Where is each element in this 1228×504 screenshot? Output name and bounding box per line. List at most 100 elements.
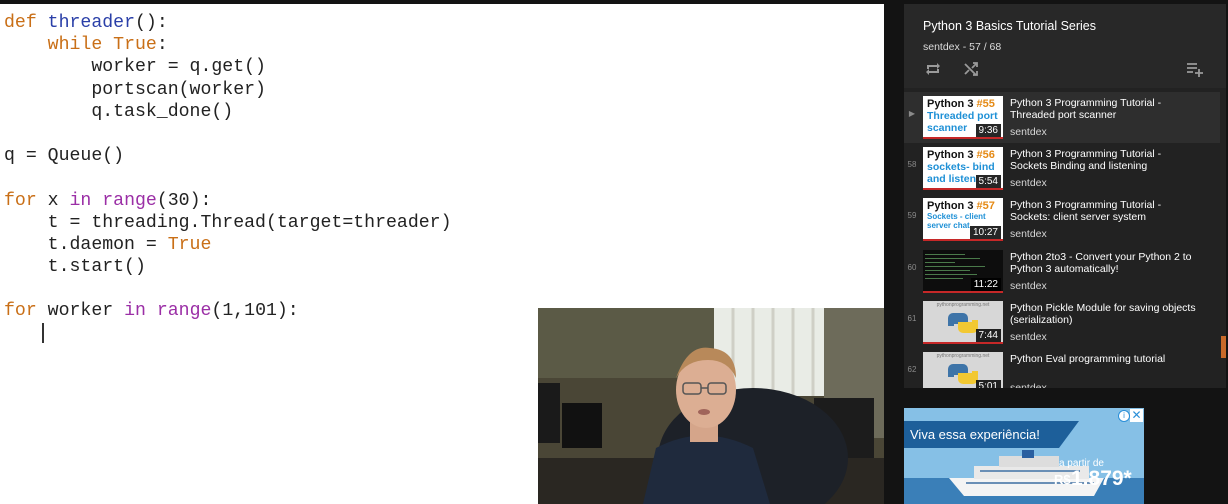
code-line: portscan(worker) (4, 79, 452, 101)
video-channel[interactable]: sentdex (1010, 280, 1047, 292)
playlist-item-index: 58 (907, 160, 917, 170)
video-thumbnail[interactable]: pythonprogramming.net 7:44 (923, 300, 1003, 344)
video-duration: 9:36 (975, 124, 1001, 137)
shuffle-icon[interactable] (962, 60, 980, 78)
playlist-title[interactable]: Python 3 Basics Tutorial Series (923, 19, 1096, 33)
code-line: t = threading.Thread(target=threader) (4, 212, 452, 234)
code-token: range (102, 190, 157, 211)
code-line: def threader(): (4, 12, 452, 34)
video-title[interactable]: Python Pickle Module for saving objects … (1010, 302, 1200, 326)
code-token: q.task_done() (4, 101, 234, 122)
thumbnail-series-label: Python 3 (927, 149, 977, 162)
playlist-item-index: 61 (907, 313, 917, 323)
playlist-item[interactable]: 61 pythonprogramming.net 7:44 Python Pickle… (904, 297, 1220, 348)
ad-price: 1.879* (1071, 467, 1132, 490)
video-channel[interactable]: sentdex (1010, 382, 1047, 388)
thumbnail-caption: pythonprogramming.net (936, 352, 990, 359)
code-token: portscan(worker) (4, 79, 266, 100)
video-channel[interactable]: sentdex (1010, 177, 1047, 189)
code-token: for (4, 301, 48, 322)
code-editor-text: def threader(): while True: worker = q.g… (4, 12, 452, 345)
thumbnail-line: Sockets - client (927, 212, 986, 222)
playlist-item[interactable]: 62 pythonprogramming.net 5:01 Python Eval p… (904, 348, 1220, 388)
code-line: q.task_done() (4, 101, 452, 123)
ad-price-currency: R$ (1054, 472, 1071, 487)
code-token: : (156, 35, 168, 56)
playlist-item[interactable]: 58 Python 3 #56 sockets- bind and listen 5:5… (904, 143, 1220, 194)
loop-icon[interactable] (924, 60, 942, 78)
video-player[interactable]: def threader(): while True: worker = q.g… (0, 4, 884, 504)
thumbnail-episode-number: #56 (976, 149, 995, 162)
code-token: (1,101): (211, 301, 299, 322)
playlist-item[interactable]: ▶ Python 3 #55 Threaded port scanner 9:36 Pyt… (904, 92, 1220, 144)
playlist-item-index: 62 (907, 364, 917, 374)
video-channel[interactable]: sentdex (1010, 331, 1047, 343)
playlist-item-index: 59 (907, 211, 917, 221)
video-duration: 7:44 (975, 328, 1001, 342)
video-duration: 11:22 (970, 277, 1001, 291)
code-line: worker = q.get() (4, 56, 452, 78)
playlist-panel: Python 3 Basics Tutorial Series sentdex … (904, 4, 1226, 388)
code-line: t.start() (4, 256, 452, 278)
playlist-header: Python 3 Basics Tutorial Series sentdex … (904, 4, 1226, 88)
video-thumbnail[interactable]: Python 3 #56 sockets- bind and listen 5:54 (923, 147, 1003, 191)
video-title[interactable]: Python 3 Programming Tutorial - Sockets … (1010, 148, 1200, 172)
webcam-overlay (538, 308, 884, 504)
code-token: threader (47, 13, 135, 33)
playlist-item[interactable]: 60 11:22 Python 2to3 - Convert your Python… (904, 246, 1220, 297)
video-thumbnail[interactable]: Python 3 #57 Sockets - client server chat 1… (923, 198, 1003, 242)
add-to-playlist-icon[interactable] (1186, 60, 1204, 78)
video-channel[interactable]: sentdex (1010, 228, 1047, 240)
text-cursor (41, 322, 44, 343)
video-duration: 10:27 (969, 226, 1001, 240)
code-token: t.daemon = (4, 234, 168, 255)
info-icon[interactable]: i (1118, 410, 1130, 422)
thumbnail-accent-bar (923, 137, 1003, 139)
code-line: while True: (4, 34, 452, 56)
thumbnail-episode-number: #57 (976, 200, 995, 213)
playlist-item[interactable]: 59 Python 3 #57 Sockets - client server cha… (904, 194, 1220, 245)
code-token: x (47, 190, 70, 211)
code-token: in (124, 301, 157, 322)
video-thumbnail[interactable]: Python 3 #55 Threaded port scanner 9:36 (923, 96, 1003, 139)
thumbnail-accent-bar (923, 239, 1003, 242)
code-token: range (156, 301, 212, 322)
advertisement[interactable]: Viva essa experiência! a partir de R$ 1.… (904, 408, 1144, 504)
now-playing-icon: ▶ (908, 109, 916, 118)
video-title[interactable]: Python 3 Programming Tutorial - Sockets:… (1010, 199, 1200, 223)
code-token: q = Queue() (4, 146, 125, 167)
video-thumbnail[interactable]: pythonprogramming.net 5:01 (923, 351, 1003, 388)
thumbnail-series-label: Python 3 (927, 200, 977, 213)
video-title[interactable]: Python 3 Programming Tutorial - Threaded… (1010, 97, 1200, 121)
video-channel[interactable]: sentdex (1010, 126, 1047, 138)
code-line (4, 322, 452, 345)
code-line: q = Queue() (4, 145, 452, 167)
video-duration: 5:01 (975, 379, 1001, 388)
code-token: for (4, 190, 48, 211)
thumbnail-accent-bar (923, 188, 1003, 191)
video-duration: 5:54 (975, 175, 1001, 189)
code-token: t = threading.Thread(target=threader) (4, 212, 452, 233)
code-token: (): (135, 13, 168, 33)
video-title[interactable]: Python Eval programming tutorial (1010, 353, 1200, 365)
video-thumbnail[interactable]: 11:22 (923, 249, 1003, 293)
close-icon[interactable]: ✕ (1130, 409, 1143, 422)
code-token: worker (47, 301, 125, 322)
playlist-scrollbar[interactable] (1221, 336, 1226, 358)
playlist-items: ▶ Python 3 #55 Threaded port scanner 9:36 Pyt… (904, 92, 1220, 388)
thumbnail-caption: pythonprogramming.net (936, 301, 990, 308)
ad-headline: Viva essa experiência! (910, 427, 1040, 442)
code-token: (30): (156, 190, 212, 211)
code-token: worker = q.get() (4, 57, 266, 78)
thumbnail-series-label: Python 3 (927, 98, 977, 110)
code-token: in (69, 190, 103, 211)
code-token: True (167, 234, 212, 255)
code-token: t.start() (4, 257, 146, 278)
code-line: for worker in range(1,101): (4, 300, 452, 322)
video-title[interactable]: Python 2to3 - Convert your Python 2 to P… (1010, 251, 1200, 275)
code-line: for x in range(30): (4, 190, 452, 212)
